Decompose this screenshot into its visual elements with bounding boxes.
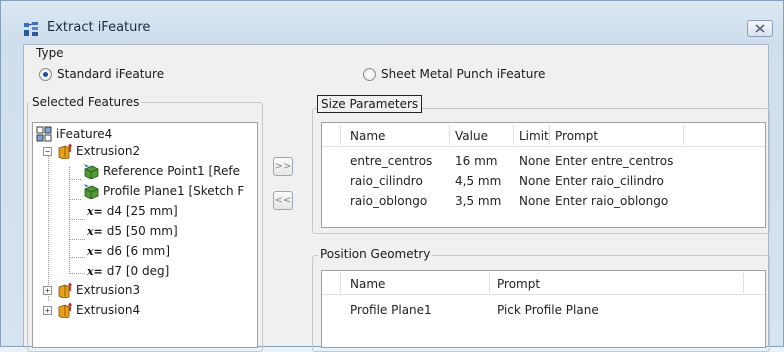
parameter-icon: x= xyxy=(87,264,103,278)
size-parameters-label: Size Parameters xyxy=(317,95,423,113)
tree-item-extrusion2[interactable]: − Extrusion2 xyxy=(43,143,140,159)
radio-sheet-metal-punch-ifeature[interactable]: Sheet Metal Punch iFeature xyxy=(363,67,545,81)
radio-label: Sheet Metal Punch iFeature xyxy=(381,67,546,81)
param-prompt-cell[interactable]: Enter raio_oblongo xyxy=(555,194,668,208)
tree-line xyxy=(69,273,85,274)
param-prompt-cell[interactable]: Enter raio_cilindro xyxy=(555,174,664,188)
parameter-icon: x= xyxy=(87,244,103,258)
dialog-client-area: Type Standard iFeature Sheet Metal Punch… xyxy=(23,44,770,352)
column-header-prompt[interactable]: Prompt xyxy=(555,129,598,143)
param-limit-cell[interactable]: None xyxy=(519,174,550,188)
tree-item-extrusion3[interactable]: + Extrusion3 xyxy=(43,282,140,298)
extrusion-icon xyxy=(58,282,72,298)
close-button[interactable] xyxy=(747,20,773,37)
param-value-cell[interactable]: 4,5 mm xyxy=(455,174,501,188)
column-separator xyxy=(489,273,490,293)
tree-item-parameter-d4[interactable]: x= d4 [25 mm] xyxy=(87,204,178,218)
radio-button[interactable] xyxy=(363,67,376,81)
tree-item-parameter-d6[interactable]: x= d6 [6 mm] xyxy=(87,244,170,258)
type-group-label: Type xyxy=(34,46,66,60)
param-value-cell[interactable]: 3,5 mm xyxy=(455,194,501,208)
column-separator xyxy=(449,125,450,145)
radio-standard-ifeature[interactable]: Standard iFeature xyxy=(39,67,164,81)
column-separator xyxy=(683,125,684,145)
tree-item-extrusion4[interactable]: + Extrusion4 xyxy=(43,302,140,318)
column-separator xyxy=(340,125,341,145)
close-icon xyxy=(755,24,765,33)
tree-line xyxy=(69,219,85,220)
title-bar: Extract iFeature xyxy=(1,1,783,41)
sketch-icon xyxy=(84,184,99,199)
extrusion-icon xyxy=(58,143,72,159)
reference-point-icon xyxy=(84,164,99,179)
tree-item-label: iFeature4 xyxy=(56,127,113,141)
ifeature-icon xyxy=(36,126,52,142)
tree-item-label: Reference Point1 [Refe xyxy=(103,164,240,178)
position-geometry-header: Name Prompt xyxy=(322,271,765,295)
size-parameters-grid[interactable]: Name Value Limit Prompt entre_centros 16… xyxy=(321,122,766,228)
param-prompt-cell[interactable]: Enter entre_centros xyxy=(555,154,673,168)
collapse-toggle[interactable]: − xyxy=(43,146,52,156)
radio-label: Standard iFeature xyxy=(57,67,165,81)
extract-ifeature-dialog: Extract iFeature Type Standard iFeature … xyxy=(0,0,784,352)
tree-line xyxy=(69,239,85,240)
tree-line xyxy=(69,199,81,200)
remove-from-size-parameters-button[interactable]: << xyxy=(273,191,293,210)
tree-item-root[interactable]: iFeature4 xyxy=(36,126,112,142)
geometry-prompt-cell[interactable]: Pick Profile Plane xyxy=(497,303,599,317)
ifeature-extract-icon xyxy=(24,22,38,36)
tree-line xyxy=(48,149,49,301)
parameter-icon: x= xyxy=(87,204,103,218)
selected-features-label: Selected Features xyxy=(30,95,142,109)
tree-item-label: d6 [6 mm] xyxy=(106,244,171,258)
tree-item-label: Profile Plane1 [Sketch F xyxy=(103,184,245,198)
param-limit-cell[interactable]: None xyxy=(519,154,550,168)
tree-item-label: Extrusion2 xyxy=(76,144,141,158)
tree-item-label: d5 [50 mm] xyxy=(106,224,178,238)
tree-item-parameter-d7[interactable]: x= d7 [0 deg] xyxy=(87,264,169,278)
column-separator xyxy=(340,273,341,293)
tree-item-profile-plane1[interactable]: Profile Plane1 [Sketch F xyxy=(83,183,244,199)
column-header-name[interactable]: Name xyxy=(350,277,385,291)
position-geometry-label: Position Geometry xyxy=(318,247,433,261)
param-name-cell: raio_oblongo xyxy=(350,194,428,208)
expand-toggle[interactable]: + xyxy=(43,285,52,295)
size-parameters-header: Name Value Limit Prompt xyxy=(322,123,765,147)
add-to-size-parameters-button[interactable]: >> xyxy=(273,157,293,176)
tree-item-label: d4 [25 mm] xyxy=(106,204,178,218)
window-title: Extract iFeature xyxy=(47,20,151,35)
tree-item-label: d7 [0 deg] xyxy=(106,264,170,278)
tree-item-reference-point1[interactable]: Reference Point1 [Refe xyxy=(83,163,240,179)
parameter-icon: x= xyxy=(87,224,103,238)
tree-line xyxy=(69,257,85,258)
param-name-cell: entre_centros xyxy=(350,154,433,168)
tree-item-label: Extrusion3 xyxy=(76,283,141,297)
expand-toggle[interactable]: + xyxy=(43,305,52,315)
column-header-limit[interactable]: Limit xyxy=(519,129,549,143)
column-header-name[interactable]: Name xyxy=(350,129,385,143)
tree-item-label: Extrusion4 xyxy=(76,303,141,317)
column-header-prompt[interactable]: Prompt xyxy=(497,277,540,291)
param-limit-cell[interactable]: None xyxy=(519,194,550,208)
position-geometry-grid[interactable]: Name Prompt Profile Plane1 Pick Profile … xyxy=(321,270,766,348)
extrusion-icon xyxy=(58,302,72,318)
column-separator xyxy=(513,125,514,145)
tree-line xyxy=(69,179,81,180)
tree-item-parameter-d5[interactable]: x= d5 [50 mm] xyxy=(87,224,178,238)
param-name-cell: raio_cilindro xyxy=(350,174,423,188)
geometry-name-cell: Profile Plane1 xyxy=(350,303,432,317)
param-value-cell[interactable]: 16 mm xyxy=(455,154,497,168)
column-separator xyxy=(549,125,550,145)
column-header-value[interactable]: Value xyxy=(455,129,488,143)
radio-button[interactable] xyxy=(39,67,52,81)
column-separator xyxy=(743,273,744,293)
feature-tree[interactable]: iFeature4 − Extrusion2 Reference Point1 … xyxy=(32,122,258,348)
